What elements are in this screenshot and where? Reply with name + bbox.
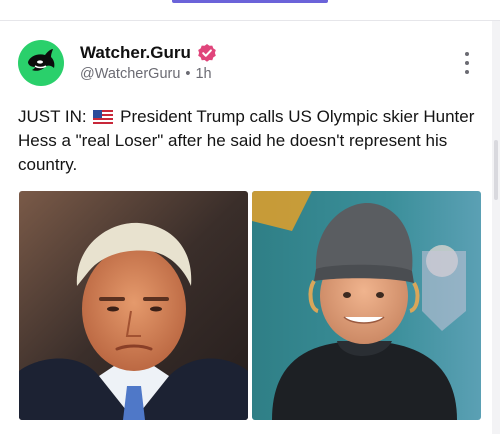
post-text-body: President Trump calls US Olympic skier H… — [18, 107, 475, 174]
verified-badge-icon — [198, 44, 216, 62]
active-tab-indicator — [172, 0, 328, 3]
portrait-image — [252, 191, 481, 420]
more-vertical-icon — [465, 52, 469, 56]
separator-dot: • — [185, 66, 191, 82]
author-name-row: Watcher.Guru — [80, 43, 217, 63]
photo-trump[interactable] — [19, 191, 248, 420]
us-flag-icon — [93, 110, 114, 124]
more-options-button[interactable] — [459, 52, 475, 74]
post-text-prefix: JUST IN: — [18, 107, 87, 126]
author-name[interactable]: Watcher.Guru — [80, 43, 191, 63]
scrollbar-track[interactable] — [492, 21, 500, 434]
avatar[interactable] — [18, 40, 64, 86]
top-tab-bar — [0, 0, 500, 21]
orca-logo-icon — [28, 49, 55, 71]
author-handle[interactable]: @WatcherGuru — [80, 66, 180, 82]
photo-hunter-hess[interactable] — [252, 191, 481, 420]
portrait-image — [19, 191, 248, 420]
post-text: JUST IN: President Trump calls US Olympi… — [18, 105, 483, 177]
post-time[interactable]: 1h — [195, 66, 211, 82]
handle-row: @WatcherGuru • 1h — [80, 66, 212, 82]
scrollbar-thumb[interactable] — [494, 140, 498, 200]
